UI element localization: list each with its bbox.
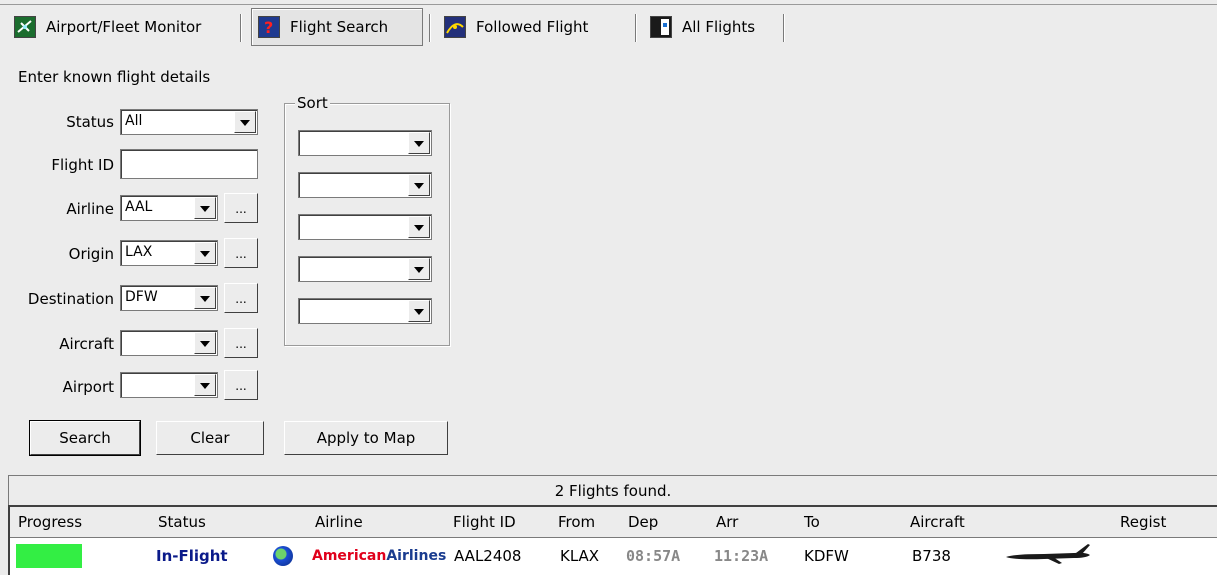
airline-logo-text-2: Airlines [386,548,447,564]
sort-select-5[interactable] [298,298,432,324]
status-value: All [125,113,143,129]
col-airline[interactable]: Airline [315,507,363,537]
destination-browse-button[interactable]: ... [224,283,258,313]
destination-label: Destination [27,290,114,308]
results-grid[interactable]: Progress Status Airline Flight ID From D… [8,505,1217,575]
chevron-down-icon[interactable] [408,132,430,154]
form-heading: Enter known flight details [18,68,211,86]
airline-value: AAL [125,199,153,215]
tab-flight-search[interactable]: ? Flight Search [251,8,423,46]
search-button[interactable]: Search [29,420,141,456]
sort-label: Sort [295,94,330,112]
results-summary: 2 Flights found. [8,475,1217,505]
sort-select-2[interactable] [298,172,432,198]
flight-id-cell: AAL2408 [454,547,522,565]
flight-search-icon: ? [258,16,280,38]
progress-bar [16,544,82,568]
apply-to-map-button[interactable]: Apply to Map [284,421,448,455]
tab-label: Followed Flight [476,18,589,36]
chevron-down-icon[interactable] [194,197,216,219]
col-flight-id[interactable]: Flight ID [453,507,516,537]
tab-all-flights[interactable]: All Flights [644,8,784,46]
airport-label: Airport [62,378,114,396]
aircraft-select[interactable] [120,330,218,356]
aircraft-label: Aircraft [59,335,114,353]
from-cell: KLAX [560,547,600,565]
status-label: Status [66,113,114,131]
airplane-icon [1004,544,1094,570]
flight-search-panel: Airport/Fleet Monitor ? Flight Search Fo… [0,0,1217,575]
col-aircraft[interactable]: Aircraft [910,507,965,537]
all-flights-icon [650,16,672,38]
destination-select[interactable]: DFW [120,285,218,311]
tab-followed-flight[interactable]: Followed Flight [438,8,628,46]
col-status[interactable]: Status [158,507,206,537]
airline-browse-button[interactable]: ... [224,193,258,223]
tab-separator [240,14,241,42]
col-to[interactable]: To [804,507,820,537]
chevron-down-icon[interactable] [194,287,216,309]
status-cell: In-Flight [156,547,228,565]
to-cell: KDFW [804,547,849,565]
col-dep[interactable]: Dep [628,507,658,537]
status-select[interactable]: All [120,109,258,135]
origin-browse-button[interactable]: ... [224,238,258,268]
sort-select-1[interactable] [298,130,432,156]
chevron-down-icon[interactable] [408,300,430,322]
tab-label: All Flights [682,18,756,36]
origin-label: Origin [68,245,114,263]
airline-select[interactable]: AAL [120,195,218,221]
followed-flight-icon [444,16,466,38]
col-regist[interactable]: Regist [1120,507,1166,537]
tab-label: Airport/Fleet Monitor [46,18,202,36]
sort-select-4[interactable] [298,256,432,282]
arr-cell: 11:23A [714,547,769,565]
table-row[interactable]: In-Flight AmericanAirlines AAL2408 KLAX … [10,538,1217,574]
flight-id-label: Flight ID [51,156,114,174]
origin-select[interactable]: LAX [120,240,218,266]
airport-monitor-icon [14,16,36,38]
clear-button[interactable]: Clear [156,421,264,455]
col-progress[interactable]: Progress [18,507,82,537]
dep-cell: 08:57A [626,547,681,565]
tab-separator [783,14,784,42]
airline-logo-text-1: American [312,548,387,564]
globe-icon [273,546,293,566]
chevron-down-icon[interactable] [194,332,216,354]
origin-value: LAX [125,244,153,260]
chevron-down-icon[interactable] [408,258,430,280]
airline-label: Airline [66,200,114,218]
chevron-down-icon[interactable] [194,374,216,396]
tab-separator [635,14,636,42]
tab-airport-fleet-monitor[interactable]: Airport/Fleet Monitor [8,8,236,46]
sort-select-3[interactable] [298,214,432,240]
airport-browse-button[interactable]: ... [224,370,258,400]
airport-select[interactable] [120,372,218,398]
svg-text:?: ? [264,18,273,37]
grid-header: Progress Status Airline Flight ID From D… [10,507,1217,538]
chevron-down-icon[interactable] [234,111,256,133]
aircraft-cell: B738 [912,547,951,565]
flight-id-input[interactable] [120,149,258,179]
aircraft-browse-button[interactable]: ... [224,328,258,358]
tab-separator [429,14,430,42]
chevron-down-icon[interactable] [194,242,216,264]
chevron-down-icon[interactable] [408,174,430,196]
col-from[interactable]: From [558,507,595,537]
col-arr[interactable]: Arr [716,507,738,537]
tab-label: Flight Search [290,18,389,36]
destination-value: DFW [125,289,158,305]
chevron-down-icon[interactable] [408,216,430,238]
top-divider [0,4,1217,5]
airline-logo: AmericanAirlines [312,538,446,574]
